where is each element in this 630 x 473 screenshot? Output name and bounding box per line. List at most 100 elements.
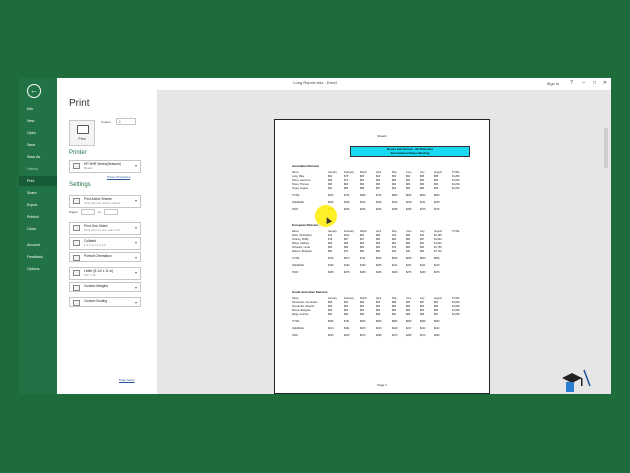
table-cell: $211 [420, 201, 426, 204]
table-cell: $80 [328, 309, 333, 312]
table-cell: $89 [406, 305, 411, 308]
table-cell: $761 [344, 320, 350, 323]
table-cell: January [328, 171, 337, 174]
table-cell: $80 [328, 242, 333, 245]
table-cell: $265 [434, 334, 440, 337]
table-cell: $85 [392, 305, 397, 308]
settings-option-icon [73, 255, 80, 261]
print-settings-panel: Print Print Copies: 1 Printer HP-9HR Ser… [57, 90, 157, 394]
table-cell: $78 [392, 246, 397, 249]
table-cell: Diego, Antonio [292, 313, 309, 316]
sidebar-item-options[interactable]: Options [19, 264, 57, 274]
settings-dropdown-3[interactable]: Collated 1,2,3 1,2,3 1,2,3 ▾ [69, 237, 141, 250]
table-cell: Hernandez, Ricardo [292, 305, 315, 308]
minimize-icon[interactable]: – [582, 80, 585, 86]
table-cell: $84 [392, 238, 397, 241]
division-title: Australian Division [292, 164, 320, 168]
table-cell: Unger, Angela [292, 187, 308, 190]
help-icon[interactable]: ? [570, 80, 573, 86]
scrollbar-thumb[interactable] [604, 128, 608, 168]
table-cell: May [392, 297, 397, 300]
table-cell: $90 [328, 175, 333, 178]
table-cell: $80 [376, 234, 381, 237]
table-cell: $88 [406, 313, 411, 316]
table-cell: TOTAL [292, 194, 300, 197]
table-cell: $90 [376, 305, 381, 308]
table-cell: $740 [376, 194, 382, 197]
vertical-scrollbar[interactable] [604, 120, 608, 390]
sidebar-item-close[interactable]: Close [19, 224, 57, 234]
table-cell: $205 [434, 201, 440, 204]
sidebar-item-export[interactable]: Export [19, 200, 57, 210]
chevron-down-icon: ▾ [134, 300, 137, 305]
sidebar-item-new[interactable]: New [19, 116, 57, 126]
table-cell: $196 [344, 201, 350, 204]
table-cell: Rivera, Bridgette [292, 309, 311, 312]
table-cell: $208 [328, 201, 334, 204]
sidebar-item-open[interactable]: Open [19, 128, 57, 138]
restore-icon[interactable]: □ [593, 80, 596, 86]
sidebar-item-info[interactable]: Info [19, 104, 57, 114]
table-cell: $236 [376, 201, 382, 204]
table-cell: $82 [392, 242, 397, 245]
chevron-down-icon: ▾ [134, 270, 137, 275]
table-cell: $85 [434, 309, 439, 312]
printer-dropdown[interactable]: HP-9HR Series(Network) Ready ▾ [69, 160, 141, 173]
printer-properties-link[interactable]: Printer Properties [107, 175, 130, 179]
sign-in-link[interactable]: Sign in [547, 81, 559, 86]
table-cell: May [392, 230, 397, 233]
table-cell: $89 [420, 313, 425, 316]
sidebar-item-feedback[interactable]: Feedback [19, 252, 57, 262]
chevron-down-icon: ▾ [134, 198, 137, 203]
table-cell: $85 [344, 242, 349, 245]
table-cell: TOTAL [452, 230, 460, 233]
table-cell: $81 [434, 313, 439, 316]
copies-input[interactable]: 1 [116, 118, 136, 125]
table-cell: Long, Mike [292, 175, 305, 178]
sidebar-item-save-as[interactable]: Save As [19, 152, 57, 162]
sheet-name: Sheet1 [377, 134, 387, 138]
table-cell: Oliver, Lawrence [292, 179, 311, 182]
close-icon[interactable]: ✕ [603, 80, 607, 86]
table-cell: $816 [406, 194, 412, 197]
table-cell: February [344, 230, 355, 233]
table-cell: Ricker, Mathew [292, 242, 310, 245]
settings-dropdown-4[interactable]: Portrait Orientation ▾ [69, 252, 141, 262]
table-cell: $90 [328, 187, 333, 190]
table-cell: $750 [344, 194, 350, 197]
settings-dropdown-1[interactable]: Print Active Sheets Only print the active… [69, 195, 141, 208]
settings-dropdown-7[interactable]: Custom Scaling ▾ [69, 297, 141, 307]
pages-to-input[interactable] [104, 209, 118, 215]
table-cell: $840 [420, 257, 426, 260]
page-setup-link[interactable]: Page Setup [119, 378, 135, 382]
table-cell: $84 [420, 250, 425, 253]
table-cell: $219 [392, 201, 398, 204]
pages-from-input[interactable] [81, 209, 95, 215]
settings-option-icon [73, 198, 80, 204]
table-cell: $290 [344, 208, 350, 211]
sidebar-item-save[interactable]: Save [19, 140, 57, 150]
pages-to-label: to [98, 210, 101, 214]
table-cell: $250 [328, 334, 334, 337]
sidebar-item-history[interactable]: History [19, 164, 57, 174]
settings-dropdown-5[interactable]: Letter (8 1/2 x 11 in) 8.5" x 11" ▾ [69, 267, 141, 280]
table-cell: July [420, 171, 425, 174]
backstage-nav: ← Info New Open Save Save As History Print Shar… [19, 78, 57, 394]
settings-dropdown-6[interactable]: Custom Margins ▾ [69, 282, 141, 292]
sidebar-item-publish[interactable]: Publish [19, 212, 57, 222]
print-button[interactable]: Print [69, 120, 95, 146]
settings-dropdown-2[interactable]: Print One Sided Only print on one side of… [69, 222, 141, 235]
sidebar-item-print[interactable]: Print [19, 176, 57, 186]
table-cell: $91 [420, 242, 425, 245]
table-cell: $840 [360, 320, 366, 323]
table-cell: $276 [434, 271, 440, 274]
table-cell: $54 [406, 175, 411, 178]
table-cell: $194 [344, 264, 350, 267]
sidebar-item-share[interactable]: Share [19, 188, 57, 198]
table-cell: $741 [360, 257, 366, 260]
table-cell: $86 [376, 183, 381, 186]
settings-option-title: Portrait Orientation [84, 254, 112, 258]
report-title-box: Books and Sound - All Divisions Internat… [350, 146, 470, 157]
sidebar-item-account[interactable]: Account [19, 240, 57, 250]
table-cell: $882 [392, 320, 398, 323]
